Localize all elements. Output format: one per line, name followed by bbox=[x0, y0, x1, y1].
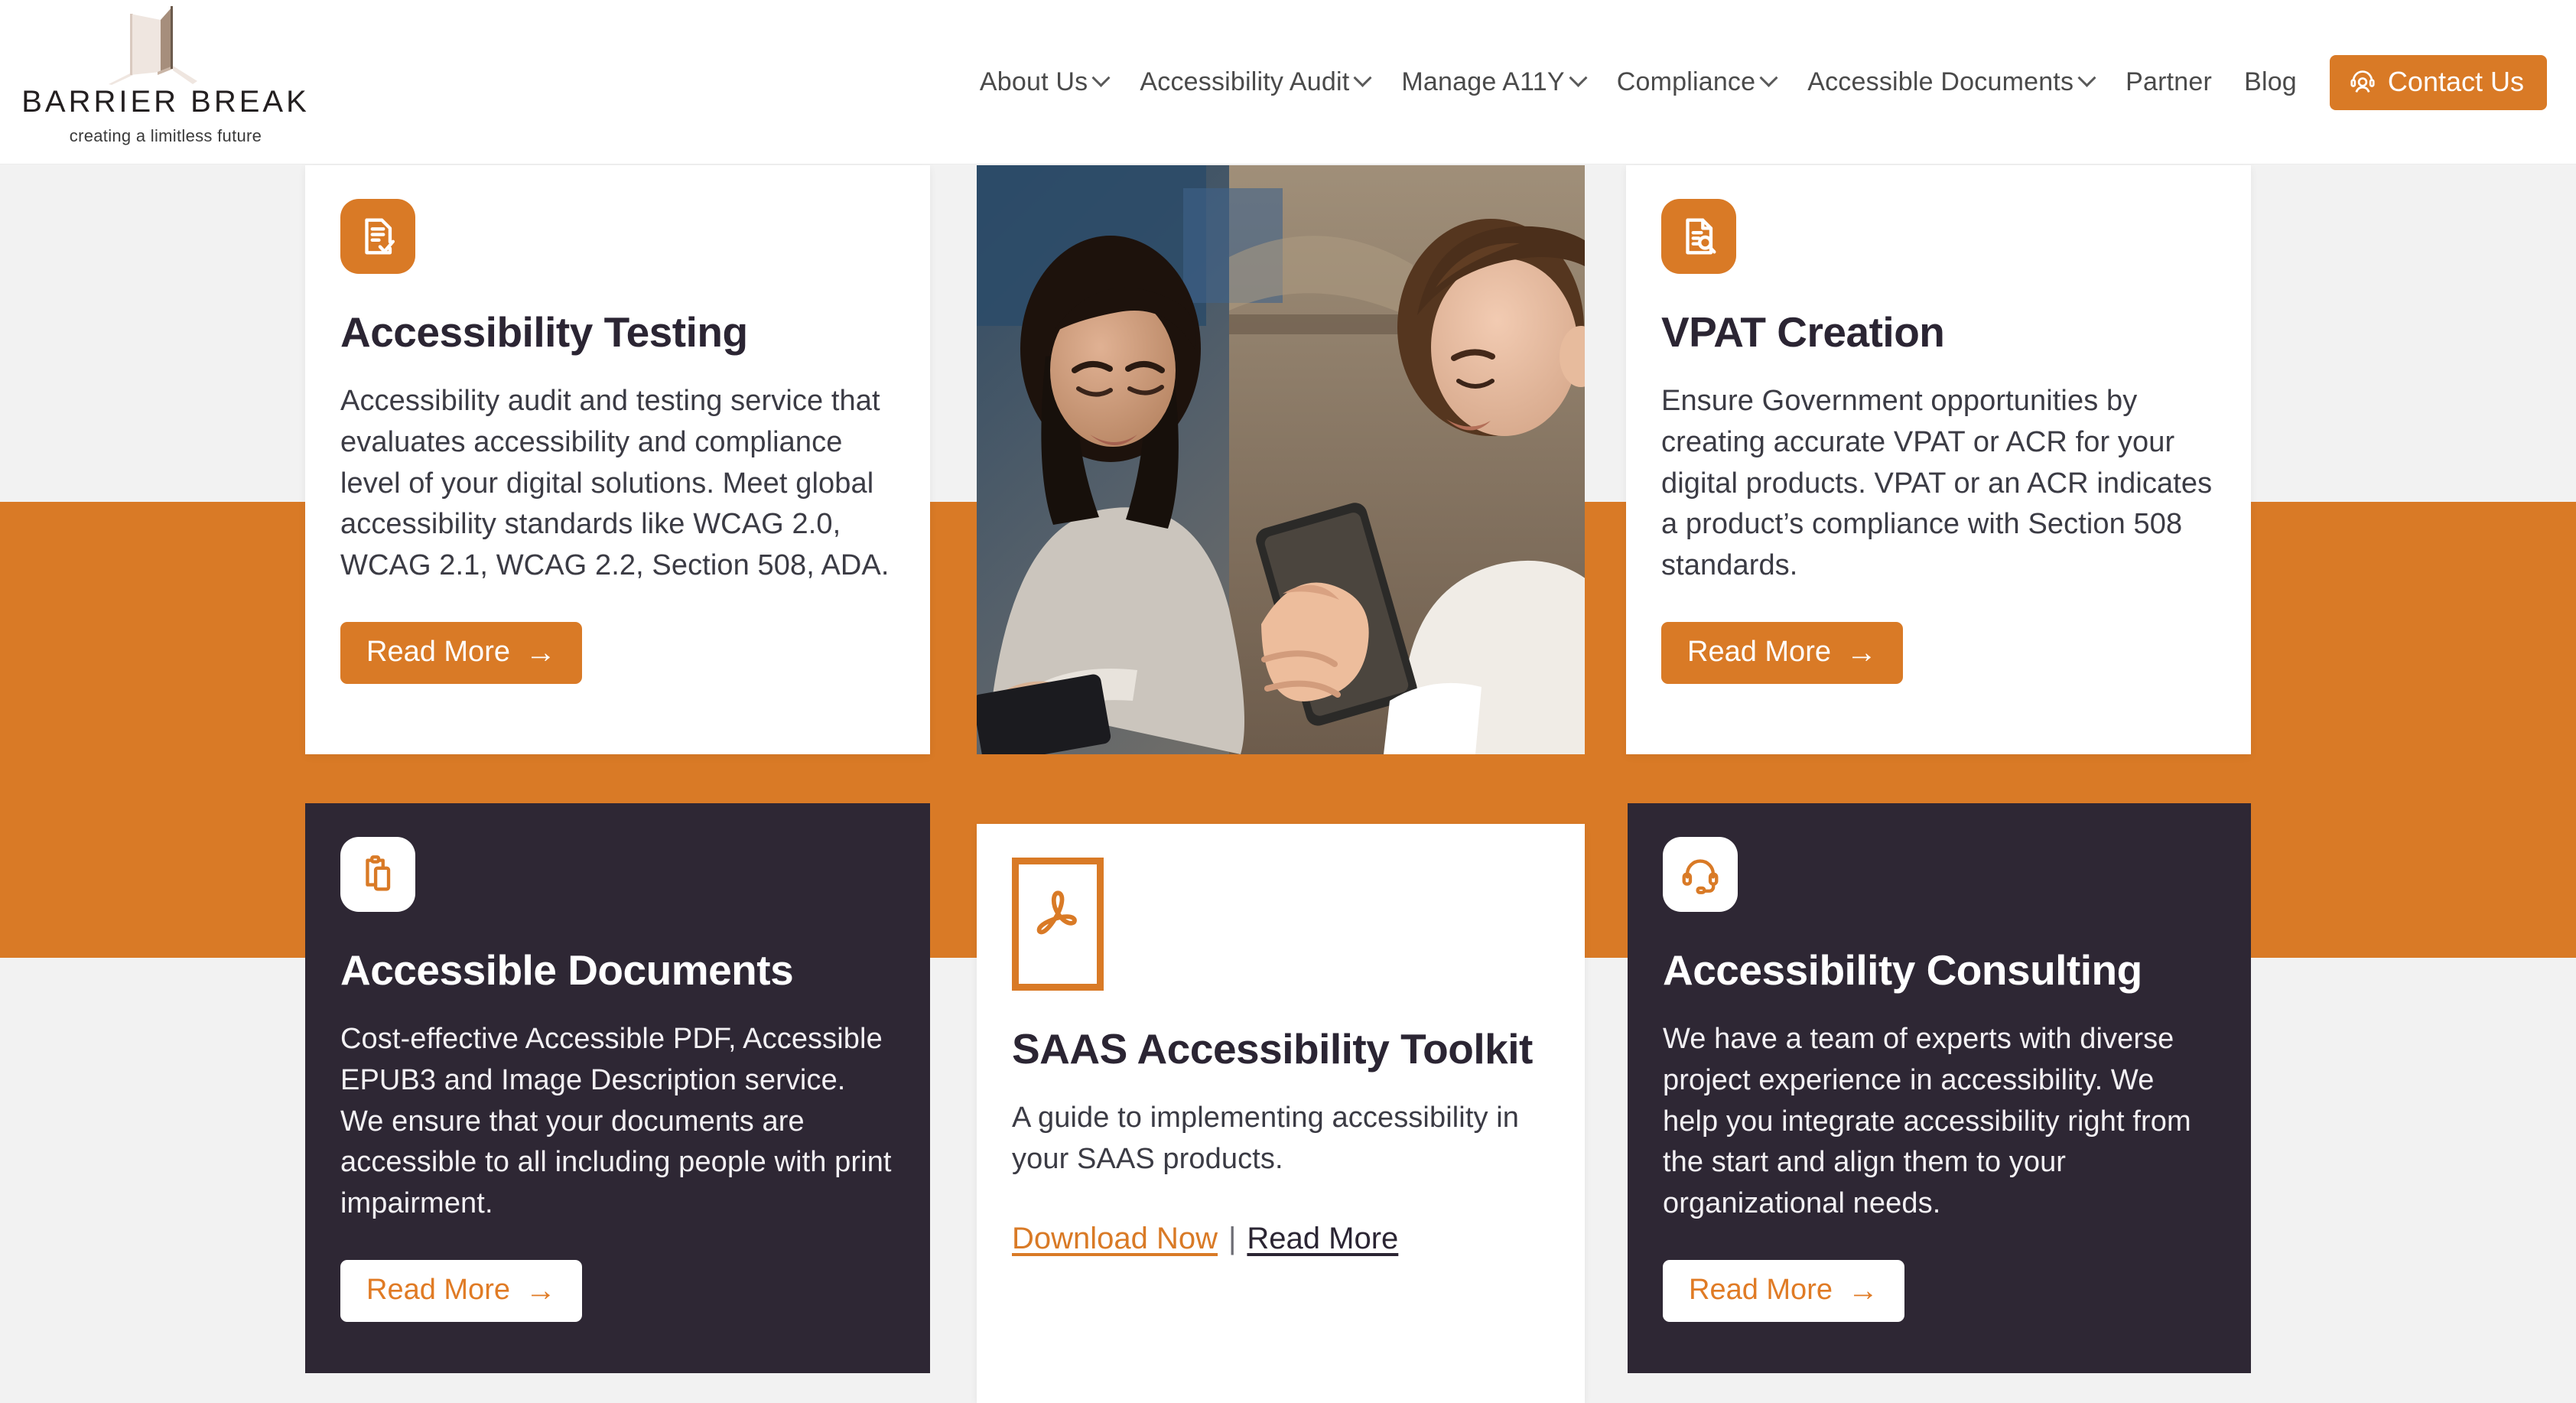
arrow-right-icon: → bbox=[1847, 1273, 1878, 1307]
nav-item-accessibility-audit[interactable]: Accessibility Audit bbox=[1124, 67, 1385, 97]
nav-label: Accessibility Audit bbox=[1140, 67, 1350, 96]
nav-item-accessible-documents[interactable]: Accessible Documents bbox=[1791, 67, 2109, 97]
logo-wordmark: BARRIER BREAK bbox=[21, 85, 310, 119]
nav-item-partner[interactable]: Partner bbox=[2109, 67, 2228, 97]
service-card-vpat-creation[interactable]: VPAT Creation Ensure Government opportun… bbox=[1626, 165, 2251, 754]
nav-label: Manage A11Y bbox=[1401, 67, 1565, 96]
service-card-accessibility-consulting[interactable]: Accessibility Consulting We have a team … bbox=[1628, 803, 2251, 1373]
card-title: VPAT Creation bbox=[1661, 308, 1945, 356]
clipboard-copy-icon-badge bbox=[340, 837, 415, 912]
site-logo[interactable]: BARRIER BREAK creating a limitless futur… bbox=[21, 5, 307, 161]
pdf-icon-box bbox=[1012, 858, 1104, 991]
card-description: Accessibility audit and testing service … bbox=[340, 384, 890, 582]
service-card-saas-accessibility-toolkit[interactable]: SAAS Accessibility Toolkit A guide to im… bbox=[977, 824, 1585, 1403]
nav-label: Blog bbox=[2244, 67, 2297, 96]
headset-person-icon bbox=[2350, 70, 2375, 93]
service-card-accessibility-testing[interactable]: Accessibility Testing Accessibility audi… bbox=[305, 165, 930, 754]
arrow-right-icon: → bbox=[525, 635, 556, 669]
card-description: A guide to implementing accessibility in… bbox=[1012, 1101, 1520, 1175]
logo-tagline: creating a limitless future bbox=[69, 126, 262, 145]
card-links: Download Now | Read More bbox=[1012, 1222, 1550, 1256]
read-more-button[interactable]: Read More → bbox=[1663, 1260, 1904, 1323]
read-more-button[interactable]: Read More → bbox=[340, 622, 582, 685]
clipboard-copy-icon bbox=[366, 855, 391, 891]
read-more-label: Read More bbox=[366, 1274, 510, 1307]
chevron-down-icon bbox=[2077, 68, 2096, 87]
nav-item-blog[interactable]: Blog bbox=[2228, 67, 2313, 97]
document-check-icon bbox=[365, 218, 395, 255]
nav-label: Accessible Documents bbox=[1807, 67, 2074, 96]
arrow-right-icon: → bbox=[1846, 635, 1877, 669]
card-description: We have a team of experts with diverse p… bbox=[1663, 1022, 2191, 1220]
service-card-accessible-documents[interactable]: Accessible Documents Cost-effective Acce… bbox=[305, 803, 930, 1373]
link-separator: | bbox=[1228, 1221, 1237, 1255]
card-title: Accessibility Consulting bbox=[1663, 946, 2142, 994]
card-title: Accessibility Testing bbox=[340, 308, 748, 356]
nav-item-compliance[interactable]: Compliance bbox=[1601, 67, 1792, 97]
read-more-link[interactable]: Read More bbox=[1247, 1222, 1398, 1256]
chevron-down-icon bbox=[1091, 68, 1111, 87]
document-check-icon-badge bbox=[340, 199, 415, 274]
read-more-button[interactable]: Read More → bbox=[340, 1260, 582, 1323]
card-title: Accessible Documents bbox=[340, 946, 794, 994]
pdf-acrobat-icon bbox=[1036, 890, 1077, 935]
nav-label: Partner bbox=[2126, 67, 2213, 96]
chevron-down-icon bbox=[1569, 68, 1588, 87]
main-navigation: About Us Accessibility Audit Manage A11Y… bbox=[964, 0, 2547, 164]
page-root: BARRIER BREAK creating a limitless futur… bbox=[0, 0, 2576, 1403]
document-search-icon-badge bbox=[1661, 199, 1736, 274]
read-more-label: Read More bbox=[1687, 636, 1831, 669]
contact-us-label: Contact Us bbox=[2387, 65, 2524, 97]
headset-icon-badge bbox=[1663, 837, 1738, 912]
contact-us-button[interactable]: Contact Us bbox=[2329, 54, 2547, 110]
nav-label: About Us bbox=[979, 67, 1088, 96]
open-door-logo-icon bbox=[108, 6, 197, 85]
chevron-down-icon bbox=[1353, 68, 1372, 87]
arrow-right-icon: → bbox=[525, 1273, 556, 1307]
card-title: SAAS Accessibility Toolkit bbox=[1012, 1025, 1533, 1073]
people-using-devices-photo bbox=[977, 165, 1585, 754]
document-search-icon bbox=[1686, 218, 1716, 255]
card-description: Cost-effective Accessible PDF, Accessibl… bbox=[340, 1022, 892, 1220]
read-more-label: Read More bbox=[366, 636, 510, 669]
site-header: BARRIER BREAK creating a limitless futur… bbox=[0, 0, 2576, 164]
people-photo-card bbox=[977, 165, 1585, 754]
nav-item-about-us[interactable]: About Us bbox=[964, 67, 1124, 97]
headset-icon bbox=[1682, 859, 1719, 894]
nav-item-manage-a11y[interactable]: Manage A11Y bbox=[1385, 67, 1600, 97]
chevron-down-icon bbox=[1759, 68, 1778, 87]
read-more-label: Read More bbox=[1689, 1274, 1833, 1307]
card-description: Ensure Government opportunities by creat… bbox=[1661, 384, 2213, 582]
nav-label: Compliance bbox=[1616, 67, 1756, 96]
read-more-button[interactable]: Read More → bbox=[1661, 622, 1903, 685]
download-now-link[interactable]: Download Now bbox=[1012, 1222, 1218, 1256]
